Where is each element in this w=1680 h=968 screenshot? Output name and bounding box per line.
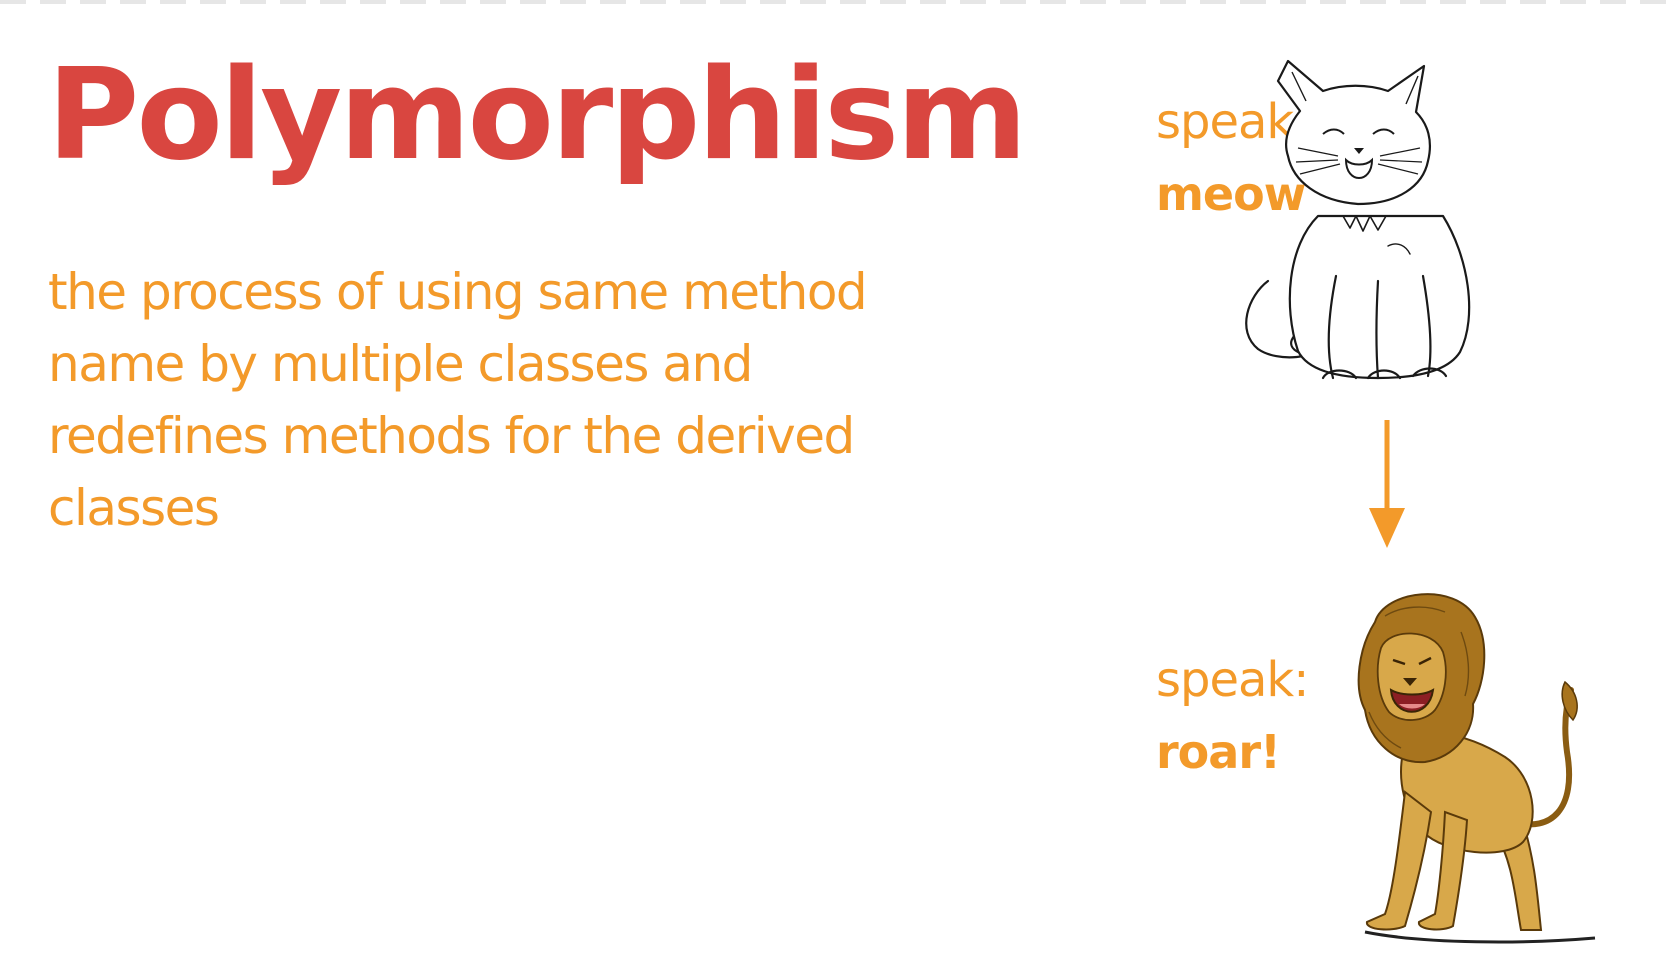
speak-label: speak: xyxy=(1156,652,1309,708)
arrow-down-icon xyxy=(1369,420,1405,548)
definition-text: the process of using same method name by… xyxy=(48,263,868,537)
lion-illustration xyxy=(1357,593,1596,944)
top-dashed-border xyxy=(0,0,1680,4)
lion-speak-block: speak: roar! xyxy=(1156,644,1356,788)
cat-illustration xyxy=(1245,59,1471,380)
speak-value-roar: roar! xyxy=(1156,725,1281,779)
slide-title: Polymorphism xyxy=(47,41,1028,188)
